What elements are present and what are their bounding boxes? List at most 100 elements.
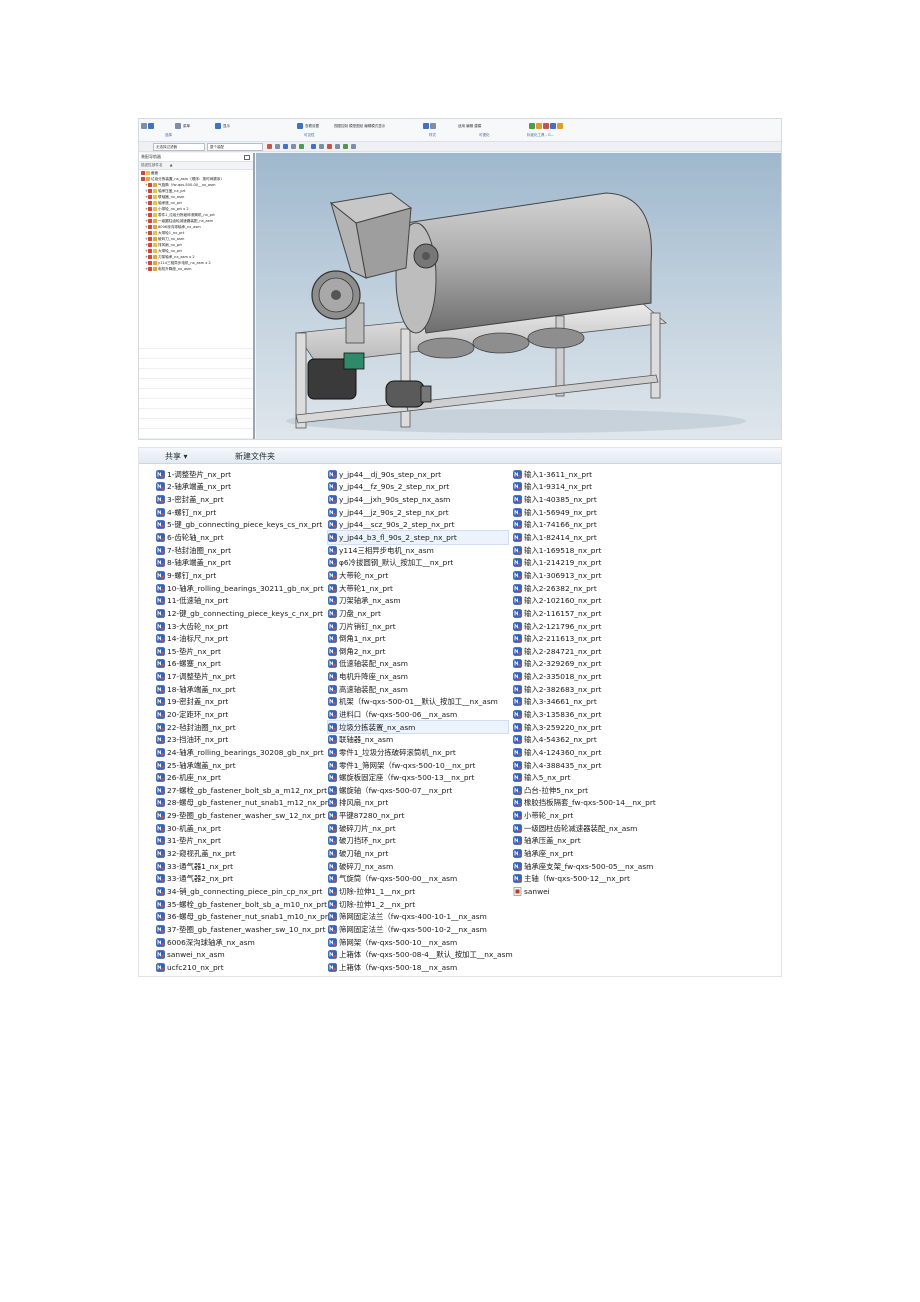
file-item[interactable]: 轴承座支架_fw-qxs-500-05__nx_asm	[513, 860, 673, 873]
file-item[interactable]: 输入1-40385_nx_prt	[513, 493, 673, 506]
visibility-check-icon[interactable]	[148, 243, 152, 247]
visibility-check-icon[interactable]	[148, 207, 152, 211]
file-item[interactable]: 6006深沟球轴承_nx_asm	[156, 936, 324, 949]
file-item[interactable]: 输入2-116157_nx_prt	[513, 607, 673, 620]
file-item[interactable]: φ6冷拔圆钢_默认_按加工__nx_prt	[328, 556, 508, 569]
file-item[interactable]: y_jp44_b3_fl_90s_2_step_nx_prt	[327, 530, 509, 545]
file-item[interactable]: 筛网架（fw-qxs-500-10__nx_asm	[328, 936, 508, 949]
file-item[interactable]: 输入2-121796_nx_prt	[513, 620, 673, 633]
ribbon-command-3[interactable]: 查看设置	[297, 121, 319, 131]
visibility-check-icon[interactable]	[148, 231, 152, 235]
file-item[interactable]: 25-轴承端盖_nx_prt	[156, 759, 324, 772]
file-item[interactable]: 输入1-3611_nx_prt	[513, 468, 673, 481]
file-item[interactable]: 8-轴承端盖_nx_prt	[156, 556, 324, 569]
navigator-column-header[interactable]: 描述性部件名 ▲	[139, 162, 253, 170]
file-item[interactable]: 16-螺塞_nx_prt	[156, 658, 324, 671]
file-item[interactable]: 3-密封盖_nx_prt	[156, 493, 324, 506]
visibility-check-icon[interactable]	[141, 177, 145, 181]
file-item[interactable]: 4-螺钉_nx_prt	[156, 506, 324, 519]
share-button[interactable]: 共享 ▾	[165, 451, 188, 462]
visibility-check-icon[interactable]	[148, 189, 152, 193]
file-item[interactable]: 输入3-135836_nx_prt	[513, 708, 673, 721]
file-item[interactable]: 输入1-306913_nx_prt	[513, 569, 673, 582]
orient-icon[interactable]	[343, 144, 348, 149]
file-item[interactable]: 35-螺栓_gb_fastener_bolt_sb_a_m10_nx_prt	[156, 898, 327, 911]
file-item[interactable]: 30-机盖_nx_prt	[156, 822, 324, 835]
file-item[interactable]: 20-定距环_nx_prt	[156, 708, 324, 721]
file-item[interactable]: 输入4-388435_nx_prt	[513, 759, 673, 772]
tree-node[interactable]: + 电机升降座_nx_asm	[139, 266, 253, 272]
file-item[interactable]: 筛网固定法兰（fw-qxs-400-10-1__nx_asm	[328, 910, 508, 923]
file-item[interactable]: 14-油标尺_nx_prt	[156, 632, 324, 645]
file-item[interactable]: 5-键_gb_connecting_piece_keys_cs_nx_prt	[156, 519, 324, 532]
scope-dropdown[interactable]: 整个装配	[207, 143, 263, 151]
file-item[interactable]: 刀片销钉_nx_prt	[328, 620, 508, 633]
file-item[interactable]: 1-调整垫片_nx_prt	[156, 468, 324, 481]
file-item[interactable]: y_jp44__jxh_90s_step_nx_asm	[328, 493, 508, 506]
file-item[interactable]: 电机升降座_nx_asm	[328, 670, 508, 683]
file-item[interactable]: 28-螺母_gb_fastener_nut_snab1_m12_nx_prt	[156, 797, 331, 810]
file-item[interactable]: 26-机座_nx_prt	[156, 771, 324, 784]
file-item[interactable]: 13-大齿轮_nx_prt	[156, 620, 324, 633]
file-item[interactable]: 切除-拉伸1_1__nx_prt	[328, 885, 508, 898]
file-item[interactable]: 输入4-54362_nx_prt	[513, 733, 673, 746]
file-item[interactable]: 9-螺钉_nx_prt	[156, 569, 324, 582]
file-item[interactable]: y_jp44__dj_90s_step_nx_prt	[328, 468, 508, 481]
file-item[interactable]: 32-窥视孔盖_nx_prt	[156, 847, 324, 860]
file-item[interactable]: 22-毡封油圈_nx_prt	[156, 721, 324, 734]
visibility-check-icon[interactable]	[148, 201, 152, 205]
file-item[interactable]: 联轴器_nx_asm	[328, 733, 508, 746]
file-item[interactable]: 倒角1_nx_prt	[328, 632, 508, 645]
curve-icon[interactable]	[283, 144, 288, 149]
file-item[interactable]: 29-垫圈_gb_fastener_washer_sw_12_nx_prt	[156, 809, 325, 822]
file-item[interactable]: 11-低速轴_nx_prt	[156, 594, 324, 607]
file-item[interactable]: sanwei	[513, 885, 673, 898]
file-item[interactable]: 一级圆柱齿轮减速器装配_nx_asm	[513, 822, 673, 835]
rotate-icon[interactable]	[327, 144, 332, 149]
zoom-icon[interactable]	[319, 144, 324, 149]
file-item[interactable]: 31-垫片_nx_prt	[156, 835, 324, 848]
file-item[interactable]: 输入5_nx_prt	[513, 771, 673, 784]
file-item[interactable]: 输入2-211613_nx_prt	[513, 632, 673, 645]
ribbon-command-1[interactable]: 菜单	[175, 121, 190, 131]
ribbon-command-4[interactable]: 视图控制 模型图纸 编辑模式显示	[333, 121, 385, 131]
file-item[interactable]: 36-螺母_gb_fastener_nut_snab1_m10_nx_prt	[156, 910, 331, 923]
file-item[interactable]: 输入2-382683_nx_prt	[513, 683, 673, 696]
restore-icon[interactable]	[244, 155, 250, 160]
file-item[interactable]: 筛网固定法兰（fw-qxs-500-10-2__nx_asm	[328, 923, 508, 936]
visibility-check-icon[interactable]	[148, 237, 152, 241]
file-item[interactable]: 上箱体（fw-qxs-500-08-4__默认_按加工__nx_asm	[328, 948, 513, 961]
file-item[interactable]: 27-螺栓_gb_fastener_bolt_sb_a_m12_nx_prt	[156, 784, 327, 797]
file-item[interactable]: 输入1-214219_nx_prt	[513, 556, 673, 569]
file-item[interactable]: y114三相异步电机_nx_asm	[328, 544, 508, 557]
file-item[interactable]: 37-垫圈_gb_fastener_washer_sw_10_nx_prt	[156, 923, 325, 936]
new-folder-button[interactable]: 新建文件夹	[235, 451, 275, 462]
file-item[interactable]: 刀盘_nx_prt	[328, 607, 508, 620]
visibility-check-icon[interactable]	[148, 225, 152, 229]
file-item[interactable]: 输入1-9314_nx_prt	[513, 481, 673, 494]
file-item[interactable]: 垃圾分拣装置_nx_asm	[327, 719, 509, 735]
file-item[interactable]: 输入1-56949_nx_prt	[513, 506, 673, 519]
file-item[interactable]: 排风扇_nx_prt	[328, 797, 508, 810]
ribbon-command-7[interactable]	[529, 121, 563, 131]
face-icon[interactable]	[299, 144, 304, 149]
file-item[interactable]: 气旋筒（fw-qxs-500-00__nx_asm	[328, 873, 508, 886]
file-item[interactable]: 轴承座_nx_prt	[513, 847, 673, 860]
file-item[interactable]: 零件1_筛网架（fw-qxs-500-10__nx_prt	[328, 759, 508, 772]
file-item[interactable]: 输入3-34661_nx_prt	[513, 696, 673, 709]
filter-dropdown[interactable]: 无选择过滤器	[153, 143, 205, 151]
snap-icon[interactable]	[267, 144, 272, 149]
layer-icon[interactable]	[351, 144, 356, 149]
file-item[interactable]: 小带轮_nx_prt	[513, 809, 673, 822]
file-item[interactable]: y_jp44__scz_90s_2_step_nx_prt	[328, 519, 508, 532]
file-item[interactable]: 切除-拉伸1_2__nx_prt	[328, 898, 508, 911]
file-item[interactable]: 19-密封盖_nx_prt	[156, 696, 324, 709]
file-item[interactable]: 33-通气器2_nx_prt	[156, 873, 324, 886]
ribbon-command-0[interactable]	[141, 121, 154, 131]
fit-view-icon[interactable]	[311, 144, 316, 149]
file-item[interactable]: 输入2-284721_nx_prt	[513, 645, 673, 658]
visibility-check-icon[interactable]	[141, 171, 145, 175]
file-item[interactable]: 7-毡封油圈_nx_prt	[156, 544, 324, 557]
file-item[interactable]: 输入1-74166_nx_prt	[513, 519, 673, 532]
file-item[interactable]: 24-轴承_rolling_bearings_30208_gb_nx_prt	[156, 746, 324, 759]
